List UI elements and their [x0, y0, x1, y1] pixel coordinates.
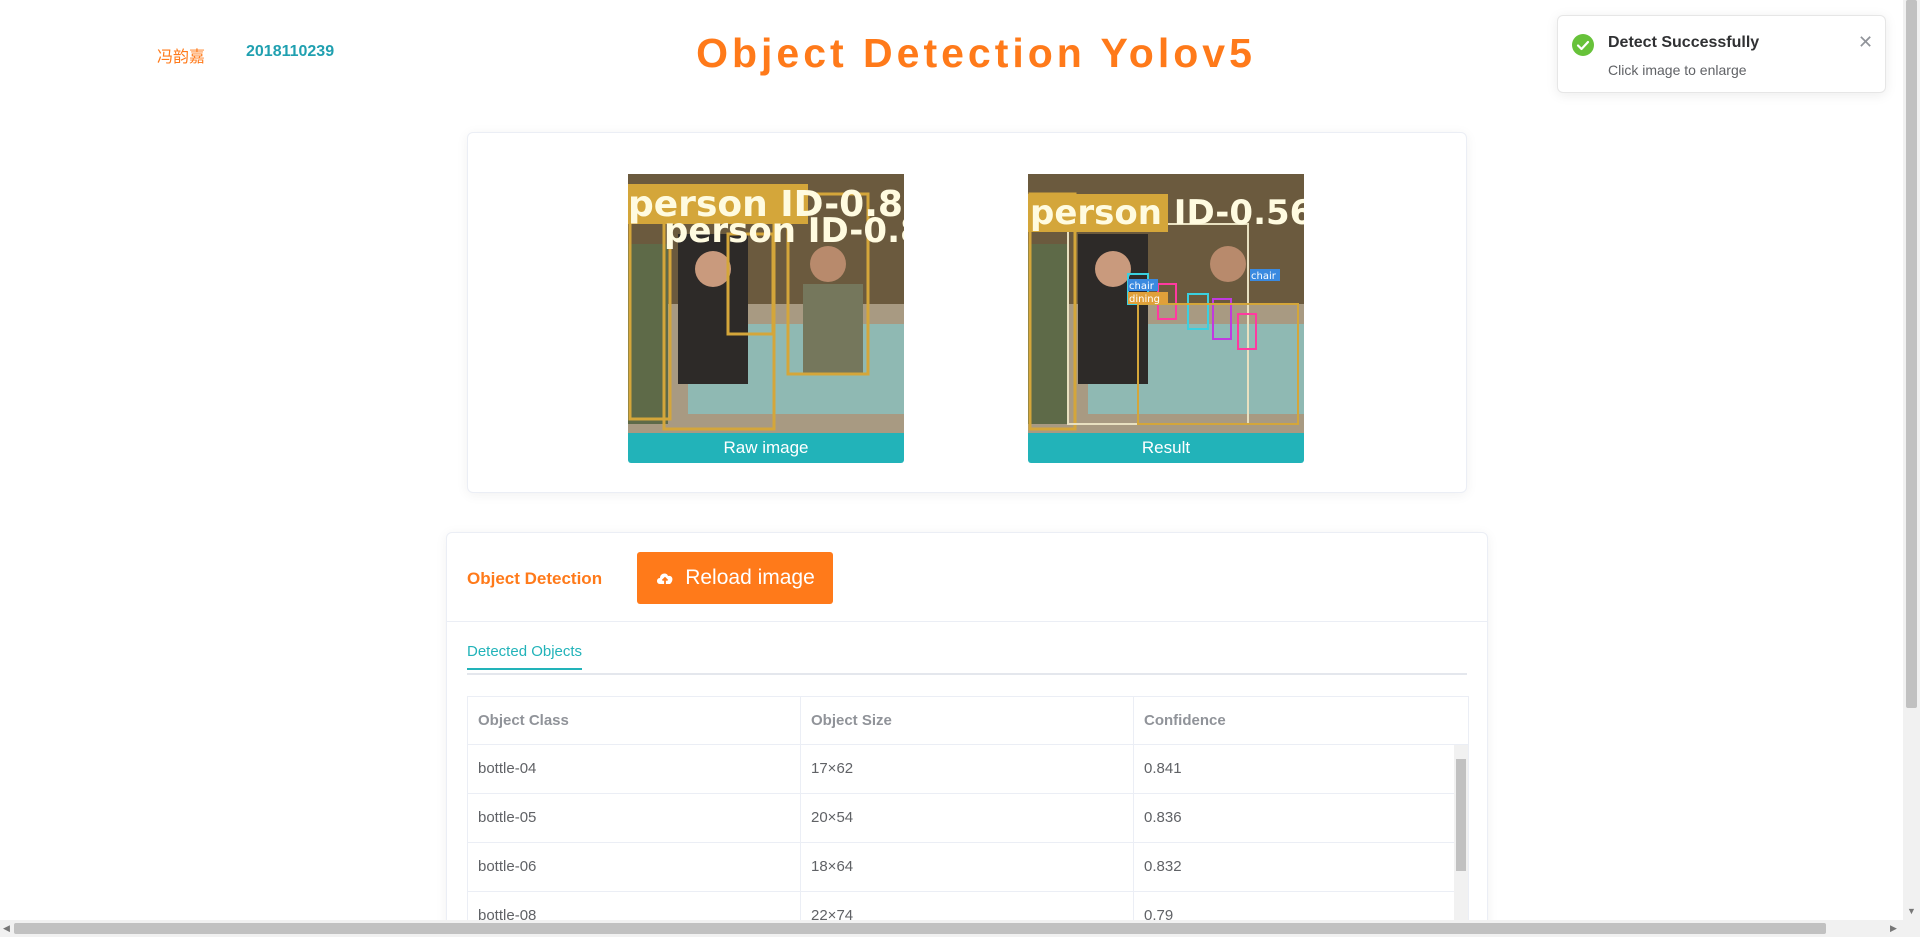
reload-button-label: Reload image [685, 566, 815, 589]
page-horizontal-scrollbar[interactable]: ◀ ▶ [0, 920, 1920, 937]
raw-image-block[interactable]: person ID-0.8 person ID-0.82 Raw image [628, 174, 904, 463]
column-header-size: Object Size [801, 697, 1134, 744]
result-image-block[interactable]: person ID-0.56 chair chair dining Result [1028, 174, 1304, 463]
column-header-confidence: Confidence [1144, 712, 1226, 729]
svg-text:person ID-0.56: person ID-0.56 [1030, 193, 1304, 233]
object-class-cell: bottle-06 [468, 843, 801, 891]
section-title: Object Detection [467, 569, 603, 588]
image-panel: person ID-0.8 person ID-0.82 Raw image [467, 132, 1467, 493]
result-image[interactable]: person ID-0.56 chair chair dining [1028, 174, 1304, 433]
scroll-down-arrow-icon[interactable]: ▼ [1907, 906, 1916, 916]
svg-text:chair: chair [1129, 281, 1155, 292]
detection-panel: Object Detection Reload image Detected O… [446, 532, 1488, 937]
raw-image[interactable]: person ID-0.8 person ID-0.82 [628, 174, 904, 433]
vertical-scrollbar-thumb[interactable] [1906, 0, 1917, 708]
reload-image-button[interactable]: Reload image [637, 552, 833, 604]
detection-header: Object Detection Reload image [447, 533, 1487, 622]
svg-text:dining: dining [1129, 294, 1160, 305]
table-scrollbar[interactable] [1454, 745, 1468, 935]
scroll-left-arrow-icon[interactable]: ◀ [3, 923, 10, 934]
tab-bar: Detected Objects [467, 643, 1467, 675]
table-header: Object Class Object Size Confidence [468, 697, 1468, 745]
confidence-cell: 0.836 [1144, 809, 1182, 826]
table-row[interactable]: bottle-04 17×62 0.841 [468, 745, 1468, 794]
object-class-cell: bottle-05 [468, 794, 801, 842]
detected-objects-table: Object Class Object Size Confidence bott… [467, 696, 1469, 937]
table-row[interactable]: bottle-06 18×64 0.832 [468, 843, 1468, 892]
svg-text:person ID-0.82: person ID-0.82 [664, 211, 904, 251]
notification-title: Detect Successfully [1608, 34, 1760, 51]
tab-detected-objects[interactable]: Detected Objects [467, 643, 583, 670]
confidence-cell: 0.832 [1144, 858, 1182, 875]
object-size-cell: 17×62 [801, 745, 1134, 793]
cloud-upload-icon [657, 573, 673, 584]
page-vertical-scrollbar[interactable]: ▼ [1903, 0, 1920, 920]
table-scrollbar-thumb[interactable] [1456, 759, 1466, 871]
close-icon[interactable]: ✕ [1858, 32, 1873, 53]
result-image-caption: Result [1028, 433, 1304, 463]
table-row[interactable]: bottle-05 20×54 0.836 [468, 794, 1468, 843]
column-header-class: Object Class [468, 697, 801, 744]
horizontal-scrollbar-thumb[interactable] [14, 923, 1826, 934]
success-notification: Detect Successfully Click image to enlar… [1557, 15, 1886, 93]
check-circle-icon [1572, 34, 1594, 56]
object-class-cell: bottle-04 [468, 745, 801, 793]
confidence-cell: 0.841 [1144, 760, 1182, 777]
raw-image-caption: Raw image [628, 433, 904, 463]
object-size-cell: 20×54 [801, 794, 1134, 842]
notification-message: Click image to enlarge [1608, 62, 1747, 78]
scroll-right-arrow-icon[interactable]: ▶ [1890, 923, 1897, 934]
object-size-cell: 18×64 [801, 843, 1134, 891]
svg-text:chair: chair [1251, 271, 1277, 282]
